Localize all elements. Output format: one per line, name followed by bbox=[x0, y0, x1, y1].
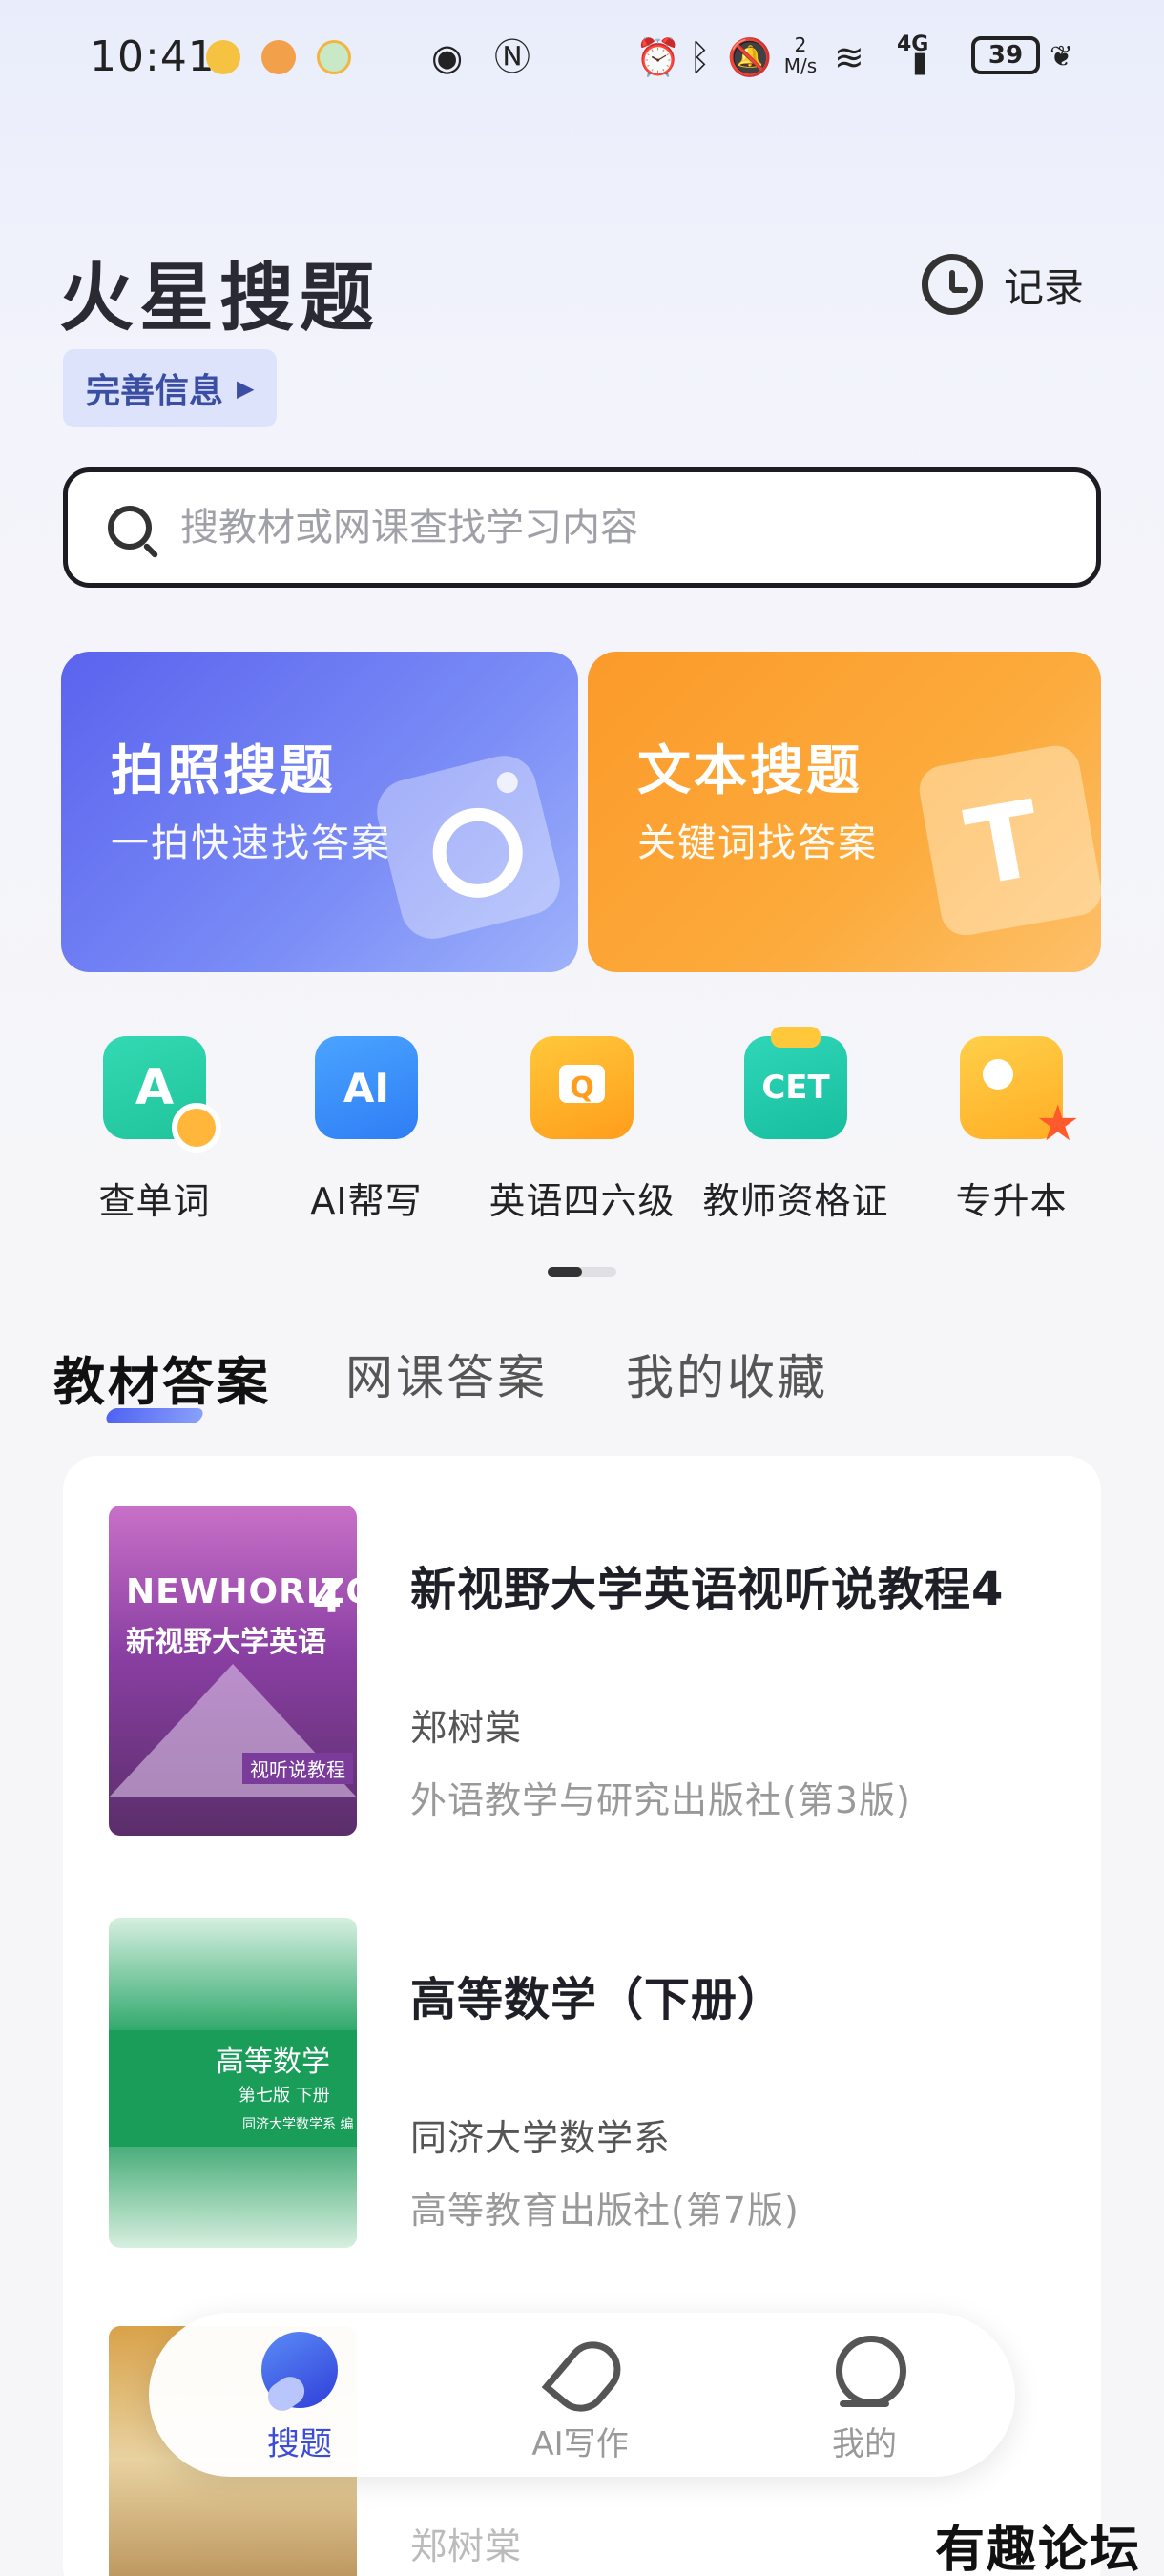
pen-leaf-icon bbox=[542, 2332, 618, 2408]
camera-icon bbox=[369, 748, 568, 946]
tool-upgrade-degree[interactable]: 专升本 bbox=[916, 1036, 1107, 1224]
tab-textbook-answers[interactable]: 教材答案 bbox=[53, 1340, 271, 1415]
bluetooth-icon: ᛒ bbox=[689, 36, 711, 78]
tab-course-answers[interactable]: 网课答案 bbox=[345, 1340, 548, 1408]
qq-notification-icon bbox=[261, 40, 296, 74]
tool-ai-writing-help[interactable]: AI AI帮写 bbox=[271, 1036, 462, 1224]
status-bar: 10:41 ◉ Ⓝ ⏰ ᛒ 🔕 2 M/s ≋ 4G ▮ 39 ❦ bbox=[0, 0, 1164, 114]
nfc-icon: Ⓝ bbox=[494, 36, 531, 78]
status-time: 10:41 bbox=[90, 32, 216, 81]
nav-label: 我的 bbox=[832, 2425, 897, 2463]
search-bar[interactable] bbox=[63, 467, 1101, 588]
nav-label: AI写作 bbox=[531, 2425, 629, 2463]
photo-search-subtitle: 一拍快速找答案 bbox=[111, 821, 391, 865]
dictionary-icon: A bbox=[103, 1036, 221, 1153]
caret-right-icon: ▶ bbox=[237, 375, 255, 402]
book-author: 郑树棠 bbox=[410, 2525, 523, 2567]
book-cover-image[interactable]: 高等数学 第七版 下册 同济大学数学系 编 bbox=[109, 1918, 357, 2248]
app-notification-icon bbox=[317, 40, 351, 74]
history-button[interactable]: 记录 bbox=[922, 246, 1084, 322]
net-speed: 2 M/s bbox=[783, 33, 818, 77]
text-document-icon: T bbox=[915, 741, 1101, 940]
complete-profile-button[interactable]: 完善信息 ▶ bbox=[63, 349, 278, 427]
cet-clipboard-icon: CET bbox=[744, 1027, 847, 1139]
forum-watermark: 有趣论坛 bbox=[935, 2521, 1142, 2576]
search-icon bbox=[108, 506, 152, 550]
teacher-star-icon bbox=[960, 1036, 1080, 1153]
book-title[interactable]: 新视野大学英语视听说教程4 bbox=[410, 1551, 1004, 1618]
search-input[interactable] bbox=[180, 506, 1039, 550]
battery-icon: 39 bbox=[971, 36, 1040, 74]
charging-leaf-icon: ❦ bbox=[1050, 40, 1074, 73]
complete-profile-label: 完善信息 bbox=[86, 372, 224, 411]
book-author: 郑树棠 bbox=[410, 1707, 523, 1749]
tool-label: 专升本 bbox=[955, 1180, 1068, 1222]
tool-label: 教师资格证 bbox=[702, 1180, 889, 1222]
tool-word-lookup[interactable]: A 查单词 bbox=[59, 1036, 250, 1224]
text-search-subtitle: 关键词找答案 bbox=[637, 821, 878, 865]
ai-icon: AI bbox=[315, 1036, 418, 1139]
nav-ai-writing[interactable]: AI写作 bbox=[485, 2332, 676, 2464]
book-author: 同济大学数学系 bbox=[410, 2117, 672, 2159]
search-nav-icon bbox=[261, 2332, 338, 2408]
tool-cet[interactable]: Q 英语四六级 bbox=[487, 1036, 677, 1224]
tool-label: 查单词 bbox=[98, 1180, 211, 1222]
photo-search-title: 拍照搜题 bbox=[111, 740, 336, 802]
signal-icon: ▮ bbox=[912, 46, 928, 79]
eye-icon: ◉ bbox=[431, 36, 464, 78]
active-tab-indicator bbox=[104, 1408, 205, 1423]
alarm-icon: ⏰ bbox=[635, 36, 681, 78]
cet-book-icon: Q bbox=[530, 1036, 634, 1139]
photo-search-card[interactable]: 拍照搜题 一拍快速找答案 bbox=[61, 652, 578, 972]
nav-label: 搜题 bbox=[267, 2425, 332, 2463]
book-publisher: 高等教育出版社(第7版) bbox=[410, 2190, 800, 2232]
history-label: 记录 bbox=[1004, 263, 1085, 311]
book-publisher: 外语教学与研究出版社(第3版) bbox=[410, 1779, 911, 1821]
emoji-notification-icon bbox=[206, 40, 240, 74]
tools-page-indicator bbox=[548, 1267, 616, 1277]
history-clock-icon bbox=[922, 254, 983, 315]
profile-icon bbox=[826, 2332, 906, 2408]
nav-search[interactable]: 搜题 bbox=[204, 2332, 395, 2464]
tool-label: AI帮写 bbox=[310, 1180, 423, 1222]
app-title: 火星搜题 bbox=[59, 256, 381, 342]
book-cover-image[interactable]: NEWHORIZON 4 新视野大学英语 视听说教程 bbox=[109, 1506, 357, 1836]
text-search-card[interactable]: 文本搜题 关键词找答案 T bbox=[588, 652, 1101, 972]
tool-label: 英语四六级 bbox=[488, 1180, 676, 1222]
text-search-title: 文本搜题 bbox=[637, 740, 863, 802]
wifi-icon: ≋ bbox=[834, 36, 864, 78]
tab-my-favorites[interactable]: 我的收藏 bbox=[626, 1340, 828, 1408]
mute-icon: 🔕 bbox=[727, 36, 773, 78]
nav-profile[interactable]: 我的 bbox=[769, 2332, 960, 2464]
book-title[interactable]: 高等数学（下册） bbox=[410, 1962, 784, 2028]
tool-teacher-cert[interactable]: CET 教师资格证 bbox=[700, 1027, 891, 1224]
